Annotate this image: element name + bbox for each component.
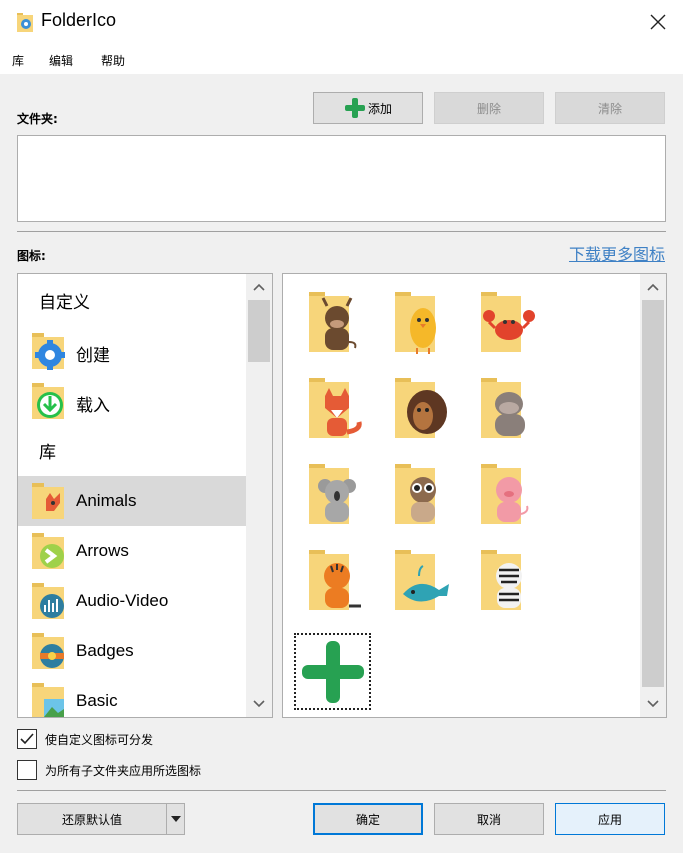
ok-button[interactable]: 确定 bbox=[313, 803, 423, 835]
folder-download-icon bbox=[32, 383, 64, 419]
add-custom-icon-tile[interactable] bbox=[294, 633, 371, 710]
list-item-load[interactable]: 载入 bbox=[18, 376, 246, 426]
folder-gear-icon bbox=[32, 333, 65, 370]
folder-equalizer-icon bbox=[32, 583, 64, 619]
koala-folder-icon[interactable] bbox=[303, 460, 373, 530]
chick-folder-icon[interactable] bbox=[389, 288, 459, 358]
list-item-label: Arrows bbox=[76, 541, 129, 560]
menu-bar: 库 编辑 帮助 bbox=[0, 44, 683, 74]
chevron-up-icon bbox=[647, 283, 659, 291]
window-title: FolderIco bbox=[41, 10, 117, 30]
apply-label: 应用 bbox=[597, 812, 622, 827]
close-button[interactable] bbox=[633, 0, 683, 44]
apply-subfolders-label: 为所有子文件夹应用所选图标 bbox=[45, 763, 202, 778]
list-item-basic[interactable]: Basic bbox=[18, 676, 246, 717]
list-item-label: 创建 bbox=[76, 346, 110, 365]
folder-picture-icon bbox=[32, 683, 64, 717]
fox-folder-icon[interactable] bbox=[303, 374, 373, 444]
bull-folder-icon[interactable] bbox=[303, 288, 373, 358]
clear-folders-button[interactable]: 清除 bbox=[555, 92, 665, 124]
custom-section-header: 自定义 bbox=[39, 293, 90, 313]
title-bar: FolderIco bbox=[0, 0, 683, 44]
icon-grid-scrollbar[interactable] bbox=[640, 274, 666, 717]
apply-subfolders-option[interactable]: 为所有子文件夹应用所选图标 bbox=[17, 760, 201, 780]
chevron-down-icon bbox=[253, 700, 265, 708]
list-item-label: Audio-Video bbox=[76, 591, 169, 610]
caret-down-icon bbox=[170, 816, 181, 822]
add-folder-label: 添加 bbox=[367, 101, 392, 116]
add-folder-button[interactable]: 添加 bbox=[313, 92, 423, 124]
close-icon bbox=[650, 14, 666, 30]
crab-folder-icon[interactable] bbox=[475, 288, 545, 358]
list-item-arrows[interactable]: Arrows bbox=[18, 526, 246, 576]
scroll-down-button[interactable] bbox=[640, 691, 666, 717]
folders-label: 文件夹: bbox=[17, 112, 58, 126]
chevron-up-icon bbox=[253, 283, 265, 291]
scroll-down-button[interactable] bbox=[246, 691, 272, 717]
list-item-animals[interactable]: Animals bbox=[18, 476, 246, 526]
list-item-badges[interactable]: Badges bbox=[18, 626, 246, 676]
icon-source-list[interactable]: 自定义 创建 载入 库 Animals Arrows Audio-Video B… bbox=[17, 273, 273, 718]
distributable-option[interactable]: 使自定义图标可分发 bbox=[17, 729, 153, 749]
tiger-folder-icon[interactable] bbox=[303, 546, 373, 616]
list-item-label: Animals bbox=[76, 491, 137, 510]
hippo-folder-icon[interactable] bbox=[475, 374, 545, 444]
icon-grid-panel[interactable] bbox=[282, 273, 667, 718]
folder-list[interactable] bbox=[17, 135, 666, 222]
scroll-up-button[interactable] bbox=[246, 274, 272, 300]
lemur-folder-icon[interactable] bbox=[389, 460, 459, 530]
plus-icon bbox=[344, 98, 365, 118]
ok-label: 确定 bbox=[355, 812, 380, 827]
icons-label: 图标: bbox=[17, 249, 46, 263]
apply-button[interactable]: 应用 bbox=[555, 803, 665, 835]
whale-folder-icon[interactable] bbox=[389, 546, 459, 616]
apply-subfolders-checkbox[interactable] bbox=[17, 760, 37, 780]
list-item-label: Basic bbox=[76, 691, 118, 710]
cancel-label: 取消 bbox=[476, 812, 501, 827]
folder-badge-icon bbox=[32, 633, 64, 669]
divider bbox=[17, 231, 666, 232]
scroll-thumb[interactable] bbox=[642, 300, 664, 687]
zebra-folder-icon[interactable] bbox=[475, 546, 545, 616]
restore-defaults-button[interactable]: 还原默认值 bbox=[17, 803, 167, 835]
hedgehog-folder-icon[interactable] bbox=[389, 374, 459, 444]
delete-folder-button[interactable]: 删除 bbox=[434, 92, 544, 124]
restore-defaults-label: 还原默认值 bbox=[61, 812, 122, 827]
download-more-icons-link[interactable]: 下载更多图标 bbox=[569, 241, 665, 265]
list-item-label: 载入 bbox=[76, 396, 110, 415]
menu-help[interactable]: 帮助 bbox=[101, 52, 125, 69]
distributable-label: 使自定义图标可分发 bbox=[45, 732, 154, 747]
plus-icon bbox=[301, 640, 364, 703]
folder-animal-icon bbox=[32, 483, 64, 519]
scroll-up-button[interactable] bbox=[640, 274, 666, 300]
divider bbox=[17, 790, 666, 791]
cancel-button[interactable]: 取消 bbox=[434, 803, 544, 835]
folder-arrow-icon bbox=[32, 533, 64, 569]
checkmark-icon bbox=[20, 733, 34, 745]
restore-dropdown-button[interactable] bbox=[166, 803, 185, 835]
chevron-down-icon bbox=[647, 700, 659, 708]
clear-folders-label: 清除 bbox=[597, 101, 622, 116]
list-item-label: Badges bbox=[76, 641, 134, 660]
library-section-header: 库 bbox=[39, 443, 56, 463]
distributable-checkbox[interactable] bbox=[17, 729, 37, 749]
folder-gear-app-icon bbox=[17, 13, 33, 32]
menu-library[interactable]: 库 bbox=[12, 52, 24, 69]
menu-edit[interactable]: 编辑 bbox=[49, 52, 73, 69]
scroll-thumb[interactable] bbox=[248, 300, 270, 362]
left-list-scrollbar[interactable] bbox=[246, 274, 272, 717]
list-item-audio-video[interactable]: Audio-Video bbox=[18, 576, 246, 626]
list-item-create[interactable]: 创建 bbox=[18, 326, 246, 376]
pig-folder-icon[interactable] bbox=[475, 460, 545, 530]
delete-folder-label: 删除 bbox=[476, 101, 501, 116]
